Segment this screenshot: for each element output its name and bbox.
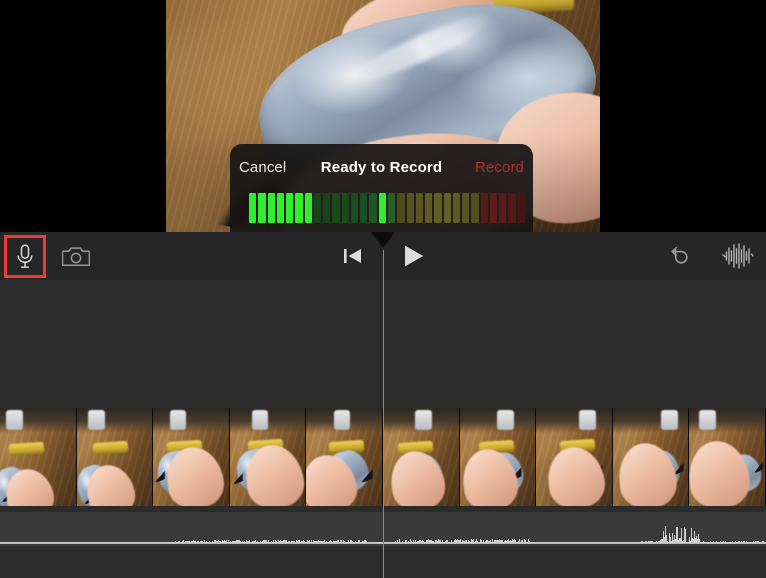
meter-bar — [415, 193, 424, 223]
meter-bar — [480, 193, 488, 223]
play-button[interactable] — [392, 232, 436, 280]
frame-white-object — [699, 409, 716, 430]
play-icon — [403, 244, 425, 268]
skip-back-icon — [343, 247, 363, 265]
playhead-line — [383, 250, 384, 578]
record-dialog-header: Cancel Ready to Record Record — [230, 144, 533, 190]
audio-level-meter — [249, 193, 525, 223]
frame-white-object — [6, 409, 23, 430]
meter-bar — [471, 193, 479, 223]
meter-bar — [387, 193, 396, 223]
filmstrip-frame — [382, 408, 460, 506]
meter-bar — [489, 193, 498, 223]
audio-waveform-button[interactable] — [716, 232, 760, 280]
meter-bar — [452, 193, 461, 223]
meter-bar — [434, 193, 442, 223]
skip-to-start-button[interactable] — [332, 232, 374, 280]
cancel-button[interactable]: Cancel — [239, 159, 286, 176]
meter-bar — [341, 193, 349, 223]
undo-button[interactable] — [662, 232, 704, 280]
frame-white-object — [251, 409, 269, 430]
meter-bar — [286, 193, 294, 223]
meter-bar — [323, 193, 331, 223]
meter-bar — [406, 193, 414, 223]
filmstrip-frame — [536, 408, 613, 506]
frame-white-object — [169, 409, 187, 430]
meter-bar — [332, 193, 340, 223]
meter-bar — [508, 193, 516, 223]
meter-bar — [378, 193, 386, 223]
imovie-app: Cancel Ready to Record Record — [0, 0, 766, 578]
meter-bar — [517, 193, 525, 223]
meter-bar — [499, 193, 507, 223]
playhead-marker[interactable] — [371, 232, 395, 248]
meter-bar — [258, 193, 266, 223]
frame-white-object — [497, 409, 514, 430]
frame-white-object — [87, 409, 105, 430]
filmstrip-frame — [76, 408, 154, 506]
meter-bar — [249, 193, 257, 223]
frame-white-object — [579, 409, 596, 430]
frame-white-object — [415, 409, 433, 430]
meter-bar — [397, 193, 405, 223]
filmstrip-frame — [229, 408, 307, 506]
filmstrip-frame — [0, 408, 77, 506]
meter-bar — [276, 193, 285, 223]
record-button[interactable]: Record — [475, 159, 524, 176]
waveform-icon — [722, 243, 754, 269]
filmstrip-frame — [306, 408, 383, 506]
meter-bar — [350, 193, 359, 223]
frame-white-object — [661, 409, 678, 430]
frame-thermometer — [8, 441, 45, 456]
meter-bar — [369, 193, 377, 223]
meter-bar — [304, 193, 312, 223]
meter-bar — [313, 193, 322, 223]
filmstrip-frame — [459, 408, 537, 506]
meter-bar — [462, 193, 470, 223]
voiceover-button[interactable] — [4, 235, 46, 278]
photo-button[interactable] — [56, 232, 96, 280]
meter-bar — [360, 193, 368, 223]
filmstrip-frame — [689, 408, 766, 506]
undo-icon — [670, 245, 696, 267]
meter-bar — [425, 193, 433, 223]
filmstrip-frame — [612, 408, 690, 506]
frame-white-object — [333, 409, 351, 430]
meter-bar — [443, 193, 451, 223]
voiceover-record-dialog: Cancel Ready to Record Record — [230, 144, 533, 232]
camera-icon — [62, 245, 90, 267]
meter-bar — [295, 193, 303, 223]
microphone-icon — [16, 243, 34, 270]
frame-top-shadow — [536, 408, 612, 434]
meter-bar — [267, 193, 275, 223]
filmstrip-frame — [153, 408, 230, 506]
frame-top-shadow — [153, 408, 229, 434]
